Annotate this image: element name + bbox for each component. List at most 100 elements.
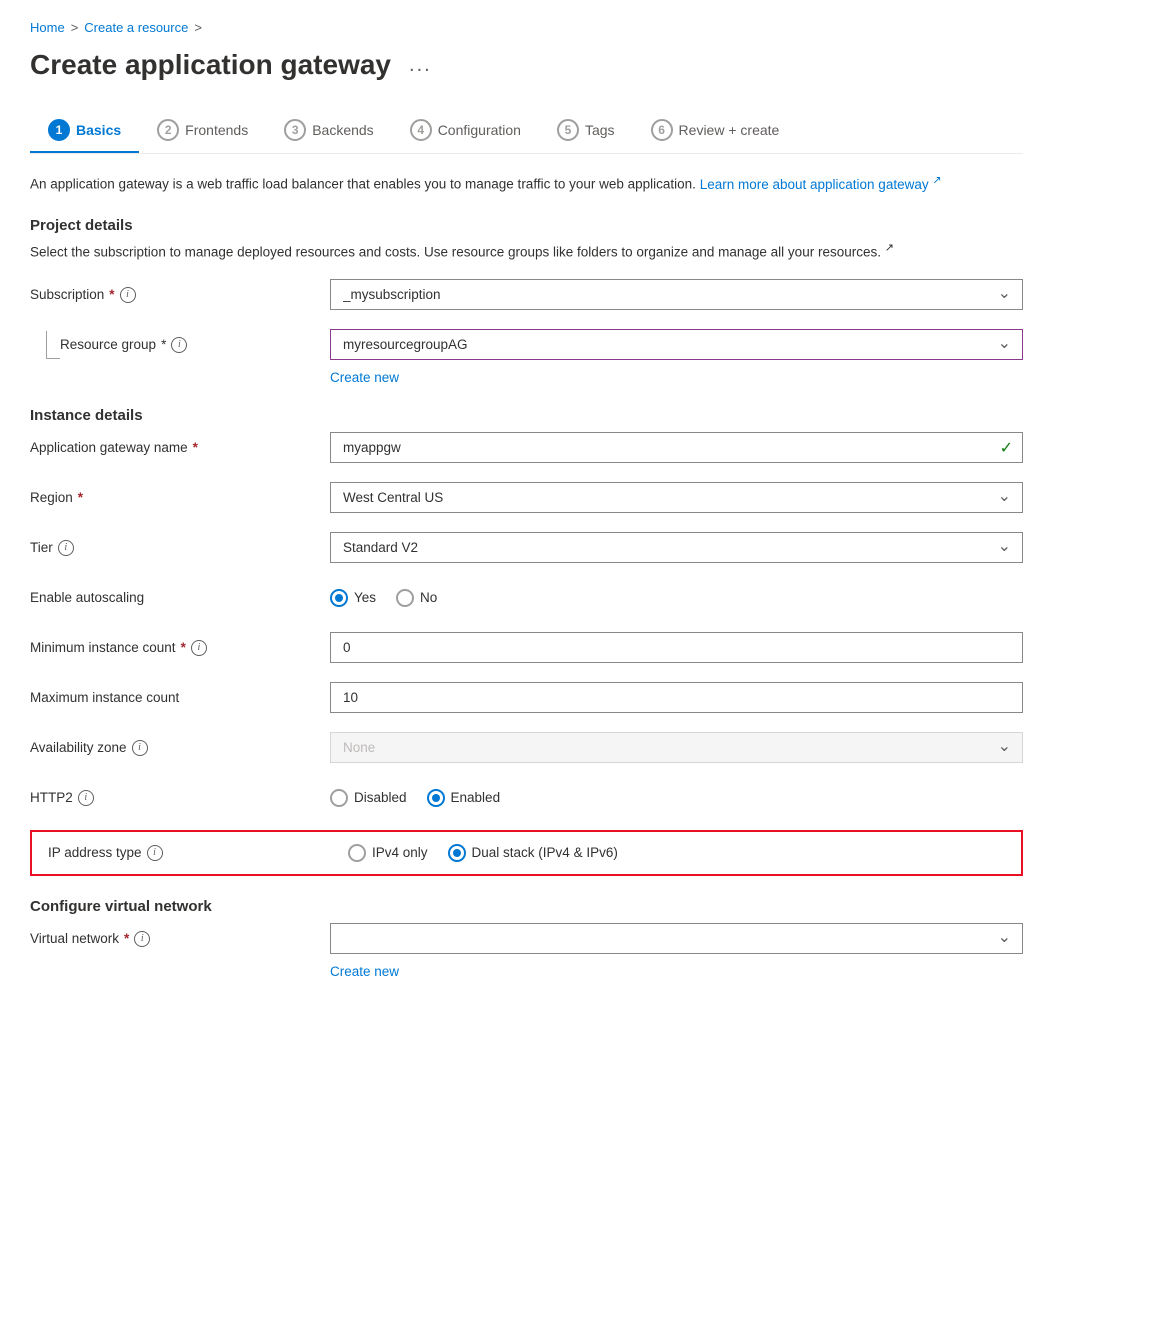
subscription-label: Subscription * i [30, 287, 330, 303]
vnet-row: Virtual network * i [30, 921, 1023, 957]
learn-more-link[interactable]: Learn more about application gateway ↗ [700, 177, 942, 192]
tab-configuration-label: Configuration [438, 122, 521, 138]
tab-tags[interactable]: 5 Tags [539, 109, 633, 153]
http2-enabled-option[interactable]: Enabled [427, 789, 501, 807]
vnet-section-title: Configure virtual network [30, 898, 1023, 915]
gateway-name-required: * [193, 440, 198, 455]
breadcrumb-create-resource[interactable]: Create a resource [84, 20, 188, 35]
breadcrumb-sep1: > [71, 20, 79, 35]
autoscaling-yes-option[interactable]: Yes [330, 589, 376, 607]
min-instance-info-icon[interactable]: i [191, 640, 207, 656]
availability-zone-control: None [330, 732, 1023, 763]
min-instance-input[interactable] [330, 632, 1023, 663]
autoscaling-yes-dot [335, 594, 343, 602]
resource-group-control: myresourcegroupAG [330, 329, 1023, 360]
http2-enabled-radio[interactable] [427, 789, 445, 807]
subscription-required: * [109, 287, 114, 302]
dual-stack-option[interactable]: Dual stack (IPv4 & IPv6) [448, 844, 618, 862]
ip-info-icon[interactable]: i [147, 845, 163, 861]
max-instance-label: Maximum instance count [30, 690, 330, 705]
http2-disabled-option[interactable]: Disabled [330, 789, 407, 807]
http2-enabled-dot [432, 794, 440, 802]
autoscaling-label: Enable autoscaling [30, 590, 330, 605]
gateway-name-input-wrapper: ✓ [330, 432, 1023, 463]
project-details-desc: Select the subscription to manage deploy… [30, 240, 1023, 263]
ipv4-only-radio[interactable] [348, 844, 366, 862]
rg-create-new-link[interactable]: Create new [330, 370, 399, 385]
autoscaling-control: Yes No [330, 589, 1023, 607]
region-select[interactable]: West Central US [330, 482, 1023, 513]
basics-description: An application gateway is a web traffic … [30, 172, 1023, 195]
resource-group-select[interactable]: myresourcegroupAG [330, 329, 1023, 360]
az-info-icon[interactable]: i [132, 740, 148, 756]
http2-label: HTTP2 i [30, 790, 330, 806]
breadcrumb-sep2: > [194, 20, 202, 35]
http2-radio-group: Disabled Enabled [330, 789, 1023, 807]
ellipsis-button[interactable]: ... [403, 52, 438, 79]
tier-info-icon[interactable]: i [58, 540, 74, 556]
autoscaling-yes-label: Yes [354, 590, 376, 605]
vnet-info-icon[interactable]: i [134, 931, 150, 947]
availability-zone-select[interactable]: None [330, 732, 1023, 763]
tab-configuration-number: 4 [410, 119, 432, 141]
ipv4-only-option[interactable]: IPv4 only [348, 844, 428, 862]
gateway-name-control: ✓ [330, 432, 1023, 463]
dual-stack-radio[interactable] [448, 844, 466, 862]
vnet-select[interactable] [330, 923, 1023, 954]
http2-control: Disabled Enabled [330, 789, 1023, 807]
http2-row: HTTP2 i Disabled Enabled [30, 780, 1023, 816]
autoscaling-no-option[interactable]: No [396, 589, 437, 607]
autoscaling-no-radio[interactable] [396, 589, 414, 607]
breadcrumb: Home > Create a resource > [30, 20, 1023, 35]
tab-configuration[interactable]: 4 Configuration [392, 109, 539, 153]
tier-select[interactable]: Standard V2 [330, 532, 1023, 563]
region-required: * [78, 490, 83, 505]
availability-zone-row: Availability zone i None [30, 730, 1023, 766]
vnet-create-new-link[interactable]: Create new [330, 964, 399, 979]
max-instance-row: Maximum instance count [30, 680, 1023, 716]
rg-info-icon[interactable]: i [171, 337, 187, 353]
subscription-control: _mysubscription [330, 279, 1023, 310]
dual-stack-dot [453, 849, 461, 857]
instance-details-title: Instance details [30, 407, 1023, 424]
subscription-row: Subscription * i _mysubscription [30, 277, 1023, 313]
http2-disabled-radio[interactable] [330, 789, 348, 807]
region-control: West Central US [330, 482, 1023, 513]
gateway-name-label: Application gateway name * [30, 440, 330, 455]
tab-review-number: 6 [651, 119, 673, 141]
http2-enabled-label: Enabled [451, 790, 501, 805]
subscription-info-icon[interactable]: i [120, 287, 136, 303]
rg-required: * [161, 337, 166, 352]
vnet-create-new-container: Create new [330, 963, 1023, 979]
min-instance-row: Minimum instance count * i [30, 630, 1023, 666]
http2-info-icon[interactable]: i [78, 790, 94, 806]
tab-basics[interactable]: 1 Basics [30, 109, 139, 153]
tab-backends[interactable]: 3 Backends [266, 109, 391, 153]
region-label: Region * [30, 490, 330, 505]
rg-select-wrapper: myresourcegroupAG [330, 329, 1023, 360]
tab-frontends[interactable]: 2 Frontends [139, 109, 266, 153]
ipv4-only-label: IPv4 only [372, 845, 428, 860]
min-instance-required: * [181, 640, 186, 655]
page-title-row: Create application gateway ... [30, 49, 1023, 81]
autoscaling-radio-group: Yes No [330, 589, 1023, 607]
tab-review-create[interactable]: 6 Review + create [633, 109, 798, 153]
gateway-name-input[interactable] [330, 432, 1023, 463]
subscription-select[interactable]: _mysubscription [330, 279, 1023, 310]
ip-address-type-highlight-box: IP address type i IPv4 only Dual stack (… [30, 830, 1023, 876]
tab-backends-number: 3 [284, 119, 306, 141]
max-instance-input[interactable] [330, 682, 1023, 713]
rg-indent [30, 331, 60, 359]
autoscaling-no-label: No [420, 590, 437, 605]
autoscaling-yes-radio[interactable] [330, 589, 348, 607]
az-select-wrapper: None [330, 732, 1023, 763]
tier-control: Standard V2 [330, 532, 1023, 563]
tab-frontends-label: Frontends [185, 122, 248, 138]
tab-frontends-number: 2 [157, 119, 179, 141]
tab-basics-number: 1 [48, 119, 70, 141]
breadcrumb-home[interactable]: Home [30, 20, 65, 35]
rg-indent-line [46, 331, 60, 359]
ip-address-radio-group: IPv4 only Dual stack (IPv4 & IPv6) [348, 844, 1005, 862]
gateway-name-check-icon: ✓ [1000, 438, 1013, 458]
external-link-icon: ↗ [932, 174, 941, 186]
